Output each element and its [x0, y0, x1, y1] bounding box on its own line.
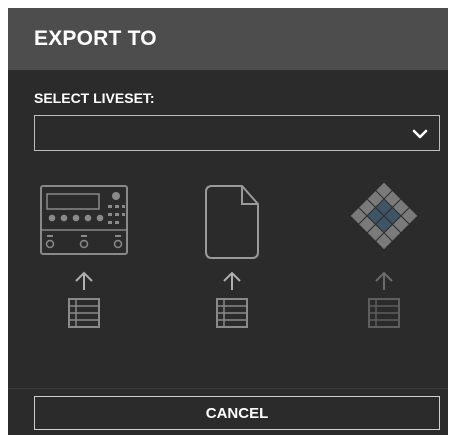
liveset-select[interactable] — [34, 115, 440, 151]
setlist-icon — [216, 298, 248, 328]
setlist-icon — [68, 298, 100, 328]
export-target-hardware[interactable] — [38, 184, 130, 334]
dialog-title: EXPORT TO — [34, 27, 157, 50]
select-liveset-label: SELECT LIVESET: — [34, 90, 155, 106]
export-target-file[interactable] — [200, 184, 264, 334]
export-dialog: EXPORT TO SELECT LIVESET: CANCEL — [8, 8, 448, 435]
dialog-header: EXPORT TO — [8, 8, 448, 70]
hardware-unit-icon — [40, 185, 128, 255]
file-icon — [205, 185, 259, 259]
setlist-icon — [368, 298, 400, 328]
cancel-button[interactable]: CANCEL — [34, 396, 440, 430]
footer-divider — [8, 388, 448, 389]
upload-arrow-icon — [75, 271, 93, 290]
export-target-grid[interactable] — [344, 182, 424, 334]
upload-arrow-icon — [375, 271, 393, 290]
chevron-down-icon — [412, 129, 428, 139]
upload-arrow-icon — [223, 271, 241, 290]
diamond-grid-icon — [350, 182, 418, 250]
